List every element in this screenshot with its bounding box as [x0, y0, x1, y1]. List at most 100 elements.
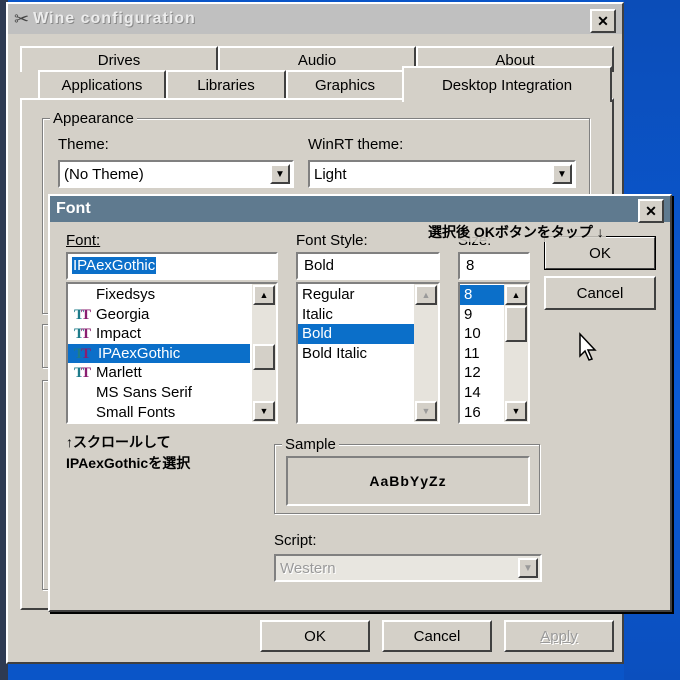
list-item[interactable]: 10	[460, 324, 504, 344]
sample-group-label: Sample	[282, 436, 339, 453]
button-label: Cancel	[576, 284, 624, 302]
scroll-up-button[interactable]: ▲	[415, 285, 437, 305]
tab-label: Audio	[297, 51, 337, 69]
wine-ok-button[interactable]: OK	[260, 620, 370, 652]
truetype-font-icon: TT	[74, 326, 91, 343]
scroll-down-button[interactable]: ▼	[415, 401, 437, 421]
chevron-down-icon: ▼	[511, 406, 521, 416]
list-item[interactable]: Bold	[298, 324, 414, 344]
list-item[interactable]: TT Impact	[68, 324, 250, 344]
list-item-label: 12	[464, 364, 481, 382]
list-item-label: Bold	[302, 325, 333, 343]
button-label: OK	[304, 627, 326, 645]
font-style-input[interactable]: Bold	[296, 252, 440, 280]
scroll-down-button[interactable]: ▼	[505, 401, 527, 421]
truetype-font-icon: TT	[74, 345, 91, 362]
wine-close-button[interactable]: ✕	[590, 9, 616, 33]
list-item[interactable]: 9	[460, 305, 504, 325]
list-item-label: Marlett	[96, 364, 142, 382]
tab-label: Libraries	[197, 76, 255, 94]
wine-cancel-button[interactable]: Cancel	[382, 620, 492, 652]
list-item-label: 10	[464, 325, 481, 343]
chevron-down-icon[interactable]: ▼	[518, 558, 538, 578]
chevron-up-icon: ▲	[259, 290, 269, 300]
button-label: Cancel	[413, 627, 461, 645]
mouse-pointer-icon	[579, 332, 597, 361]
size-input[interactable]: 8	[458, 252, 530, 280]
truetype-font-icon: TT	[74, 365, 91, 382]
size-list-items: 8 9 10 11 12 14 16	[460, 285, 504, 422]
list-item[interactable]: 8	[460, 285, 504, 305]
font-dialog-title: Font	[56, 200, 91, 217]
appearance-group-label: Appearance	[50, 110, 137, 127]
font-dialog-close-button[interactable]: ✕	[638, 199, 664, 223]
chevron-down-icon[interactable]: ▼	[270, 164, 290, 184]
scroll-thumb[interactable]	[253, 344, 275, 370]
list-item-label: Fixedsys	[96, 286, 156, 303]
style-list-scrollbar[interactable]: ▲ ▼	[414, 284, 438, 422]
list-item-label: MS Sans Serif	[96, 383, 192, 401]
list-item-label: 11	[464, 344, 480, 362]
scroll-up-button[interactable]: ▲	[253, 285, 275, 305]
font-name-input[interactable]: IPAexGothic	[66, 252, 278, 280]
wine-apply-button[interactable]: Apply	[504, 620, 614, 652]
list-item[interactable]: Fixedsys	[68, 285, 250, 305]
tab-drives[interactable]: Drives	[20, 46, 218, 72]
tab-desktop-integration[interactable]: Desktop Integration	[402, 66, 612, 102]
close-icon: ✕	[645, 202, 657, 219]
chevron-down-icon[interactable]: ▼	[552, 164, 572, 184]
list-item[interactable]: TT Marlett	[68, 363, 250, 383]
list-item[interactable]: TT Georgia	[68, 305, 250, 325]
list-item[interactable]: 11	[460, 344, 504, 364]
wine-app-icon: ✂	[14, 8, 30, 29]
list-item[interactable]: Bold Italic	[298, 344, 414, 364]
font-dialog-title-bar[interactable]: Font ✕	[50, 196, 670, 223]
chevron-up-icon: ▲	[511, 290, 521, 300]
list-item-label: Georgia	[96, 305, 150, 323]
scroll-thumb[interactable]	[505, 306, 527, 342]
size-input-value: 8	[466, 257, 475, 274]
truetype-font-icon: TT	[74, 306, 91, 323]
size-list[interactable]: 8 9 10 11 12 14 16 ▲ ▼	[458, 282, 530, 424]
font-name-input-value: IPAexGothic	[72, 257, 157, 274]
scroll-down-button[interactable]: ▼	[253, 401, 275, 421]
list-item-label: Small Fonts	[96, 403, 176, 421]
tab-libraries[interactable]: Libraries	[166, 70, 286, 98]
tab-applications[interactable]: Applications	[38, 70, 166, 98]
winrt-theme-select[interactable]: Light ▼	[308, 160, 576, 188]
list-item[interactable]: 14	[460, 383, 504, 403]
button-label: Apply	[540, 627, 578, 645]
list-item[interactable]: 16	[460, 403, 504, 422]
list-item[interactable]: TT IPAexGothic	[68, 343, 250, 364]
wine-window-title: Wine configuration	[33, 10, 196, 27]
list-item[interactable]: MS Sans Serif	[68, 383, 250, 403]
tab-audio[interactable]: Audio	[218, 46, 416, 72]
tap-ok-hint: 選択後 OKボタンをタップ ↓	[426, 222, 606, 242]
font-list-scrollbar[interactable]: ▲ ▼	[252, 284, 276, 422]
scroll-hint-line2: IPAexGothicを選択	[66, 455, 191, 471]
theme-select-value: (No Theme)	[64, 166, 144, 183]
script-select[interactable]: Western ▼	[274, 554, 542, 582]
winrt-theme-select-value: Light	[314, 166, 347, 183]
tab-graphics[interactable]: Graphics	[286, 70, 404, 98]
theme-select[interactable]: (No Theme) ▼	[58, 160, 294, 188]
font-style-list[interactable]: Regular Italic Bold Bold Italic ▲ ▼	[296, 282, 440, 424]
list-item-label: 9	[464, 305, 473, 323]
list-item[interactable]: Small Fonts	[68, 403, 250, 422]
sample-preview: AaBbYyZz	[286, 456, 530, 506]
list-item-label: Impact	[96, 325, 142, 343]
list-item-label: 14	[464, 383, 481, 401]
sample-text: AaBbYyZz	[369, 473, 447, 489]
font-list[interactable]: Fixedsys TT Georgia TT Impact TT IPAexGothic TT…	[66, 282, 278, 424]
list-item[interactable]: Regular	[298, 285, 414, 305]
list-item-label: Bold Italic	[302, 344, 368, 362]
list-item[interactable]: Italic	[298, 305, 414, 325]
scroll-up-button[interactable]: ▲	[505, 285, 527, 305]
list-item-label: IPAexGothic	[96, 344, 183, 362]
chevron-down-icon: ▼	[259, 406, 269, 416]
wine-title-bar[interactable]: ✂ Wine configuration ✕	[8, 4, 622, 34]
size-list-scrollbar[interactable]: ▲ ▼	[504, 284, 528, 422]
list-item[interactable]: 12	[460, 363, 504, 383]
tab-label: Desktop Integration	[441, 76, 573, 94]
font-cancel-button[interactable]: Cancel	[544, 276, 656, 310]
